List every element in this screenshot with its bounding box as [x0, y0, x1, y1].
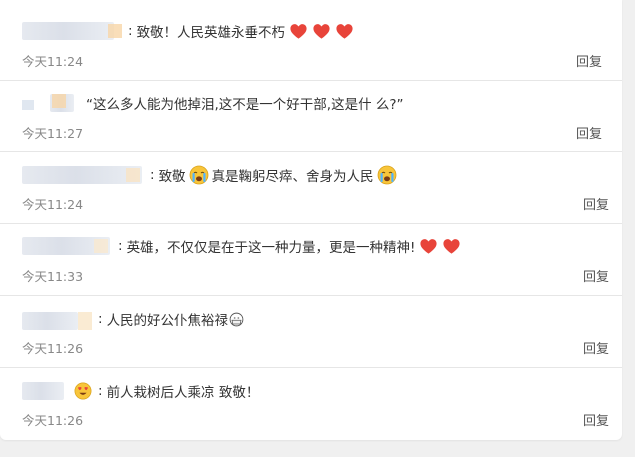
- username-blurred[interactable]: [22, 94, 80, 112]
- username-blurred[interactable]: [22, 237, 112, 255]
- reply-button[interactable]: 回复: [576, 51, 602, 70]
- colon: :: [150, 167, 155, 183]
- comment-item: “这么多人能为他掉泪,这不是一个好干部,这是什 么?” 今天11:27 回复: [0, 80, 622, 152]
- comment-text: 人民的好公仆焦裕禄: [106, 313, 229, 329]
- comment-item: : 英雄，不仅仅是在于这一种力量，更是一种精神! 今天11:33 回复: [0, 223, 622, 296]
- colon: :: [98, 383, 103, 399]
- reply-button[interactable]: 回复: [583, 194, 609, 213]
- heart-icon: [313, 23, 330, 39]
- comment-item: : 致敬 真是鞠躬尽瘁、舍身为人民 今天11:24 回复: [0, 151, 622, 224]
- colon: :: [118, 238, 123, 254]
- comment-text: 真是鞠躬尽瘁、舍身为人民: [211, 169, 374, 185]
- reply-button[interactable]: 回复: [583, 266, 609, 285]
- comment-text: 前人栽树后人乘凉 致敬！: [106, 385, 260, 401]
- heart-icon: [336, 23, 353, 39]
- username-blurred[interactable]: [22, 166, 144, 184]
- comment-list: : 致敬！人民英雄永垂不朽 今天11:24 回复 “这么多人能为他掉泪,这不是一…: [0, 0, 622, 440]
- comment-time: 今天11:26: [22, 413, 84, 428]
- comment-item: : 人民的好公仆焦裕禄 今天11:26 回复: [0, 295, 622, 368]
- comment-item: : 前人栽树后人乘凉 致敬！ 今天11:26 回复: [0, 367, 622, 440]
- comment-item: : 致敬！人民英雄永垂不朽 今天11:24 回复: [0, 0, 622, 81]
- username-blurred[interactable]: [22, 310, 92, 330]
- comment-time: 今天11:33: [22, 269, 84, 284]
- colon: :: [128, 23, 133, 39]
- colon: :: [98, 311, 103, 327]
- heart-icon: [443, 238, 461, 254]
- heart-icon: [290, 23, 307, 39]
- comment-time: 今天11:24: [22, 54, 84, 69]
- reply-button[interactable]: 回复: [583, 410, 609, 429]
- comment-text: 致敬: [158, 169, 186, 185]
- crying-face-icon: [377, 165, 396, 185]
- comment-time: 今天11:27: [22, 126, 84, 141]
- username-blurred[interactable]: [22, 382, 88, 400]
- mask-face-icon: [229, 312, 244, 326]
- username-blurred[interactable]: [22, 22, 122, 40]
- heart-icon: [420, 238, 438, 254]
- reply-button[interactable]: 回复: [576, 123, 602, 142]
- crying-face-icon: [189, 165, 208, 185]
- comment-time: 今天11:24: [22, 197, 84, 212]
- reply-button[interactable]: 回复: [583, 338, 609, 357]
- comment-text: “这么多人能为他掉泪,这不是一个好干部,这是什 么?”: [86, 97, 404, 113]
- comment-text: 致敬！人民英雄永垂不朽: [136, 25, 286, 41]
- comment-text: 英雄，不仅仅是在于这一种力量，更是一种精神!: [126, 240, 416, 256]
- comment-time: 今天11:26: [22, 341, 84, 356]
